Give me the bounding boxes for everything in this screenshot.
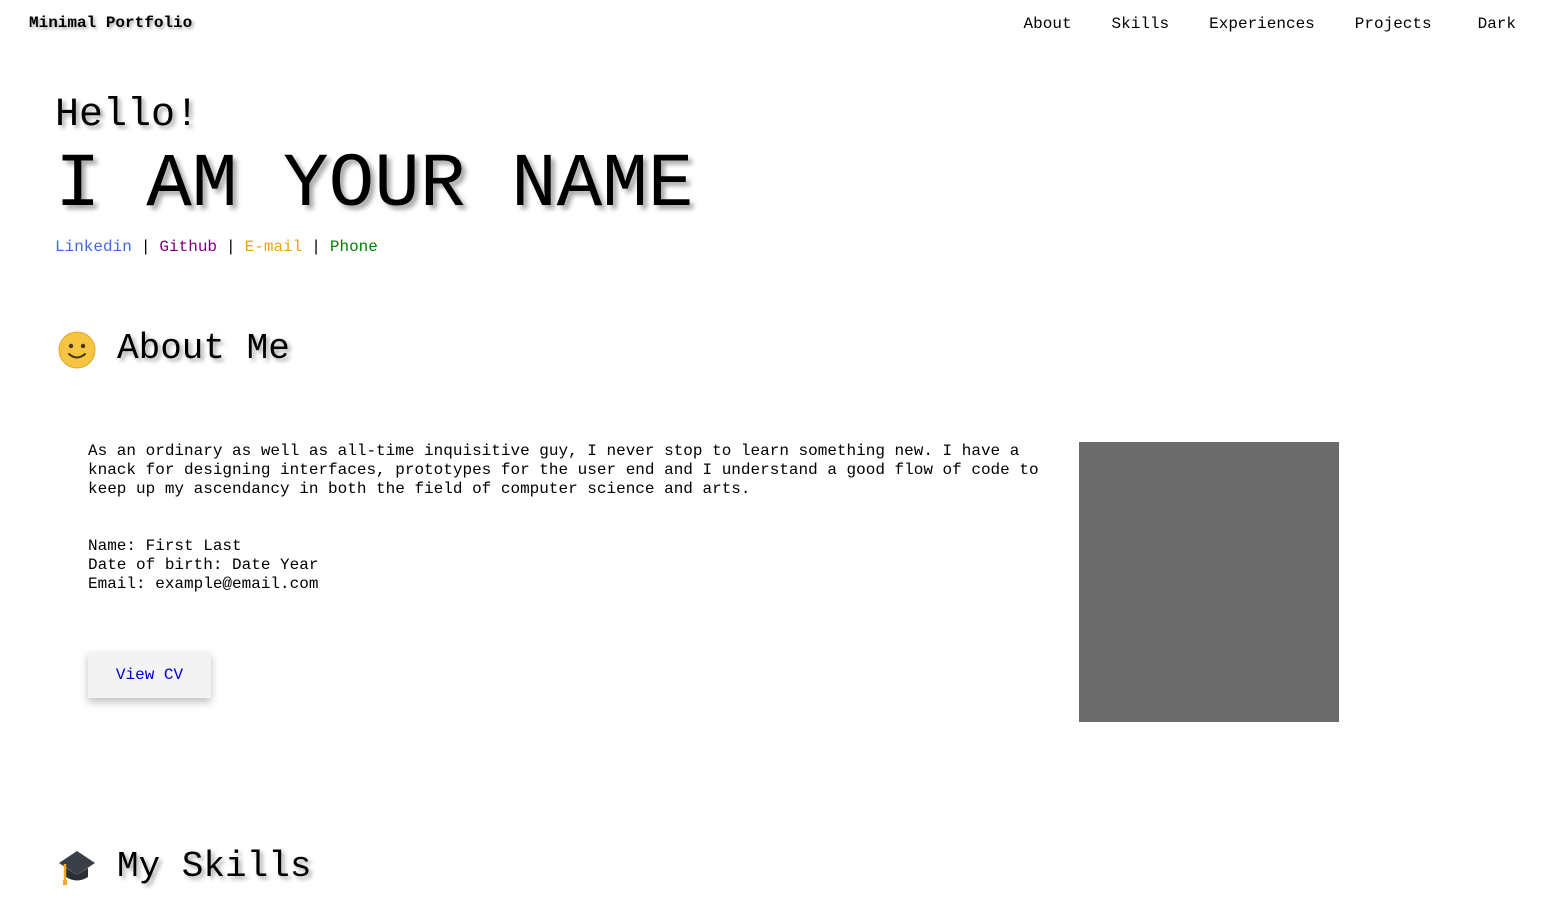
contact-separator: | <box>311 238 321 256</box>
nav-link-about[interactable]: About <box>1024 15 1072 33</box>
phone-link[interactable]: Phone <box>330 238 378 256</box>
nav-link-experiences[interactable]: Experiences <box>1209 15 1315 33</box>
theme-toggle[interactable]: Dark <box>1478 15 1516 33</box>
view-cv-button[interactable]: View CV <box>88 652 211 698</box>
detail-dob: Date of birth: Date Year <box>88 556 319 574</box>
github-link[interactable]: Github <box>159 238 217 256</box>
detail-email: Email: example@email.com <box>88 575 319 593</box>
personal-details: Name: First Last Date of birth: Date Yea… <box>88 537 318 594</box>
linkedin-link[interactable]: Linkedin <box>55 238 132 256</box>
nav-link-projects[interactable]: Projects <box>1355 15 1432 33</box>
detail-name: Name: First Last <box>88 537 242 555</box>
smiley-face-icon <box>57 329 97 369</box>
about-heading-text: About Me <box>117 328 290 369</box>
contact-links: Linkedin | Github | E-mail | Phone <box>55 238 694 256</box>
hero-name: I AM YOUR NAME <box>55 142 694 228</box>
hero-greeting: Hello! <box>55 93 200 138</box>
contact-separator: | <box>226 238 236 256</box>
contact-separator: | <box>140 238 151 256</box>
brand-logo[interactable]: Minimal Portfolio <box>29 14 192 32</box>
email-link[interactable]: E-mail <box>245 238 303 256</box>
graduation-cap-icon <box>57 847 97 887</box>
nav-link-skills[interactable]: Skills <box>1112 15 1170 33</box>
hero-section: Hello! I AM YOUR NAME Linkedin | Github | E-… <box>55 92 694 256</box>
about-heading: About Me <box>57 328 290 369</box>
about-bio: As an ordinary as well as all-time inqui… <box>88 442 1039 498</box>
navbar: Minimal Portfolio About Skills Experienc… <box>0 0 1552 48</box>
skills-heading: My Skills <box>57 846 311 887</box>
skills-heading-text: My Skills <box>117 846 312 887</box>
nav-links: About Skills Experiences Projects Dark <box>1024 15 1516 33</box>
profile-photo <box>1079 442 1339 722</box>
